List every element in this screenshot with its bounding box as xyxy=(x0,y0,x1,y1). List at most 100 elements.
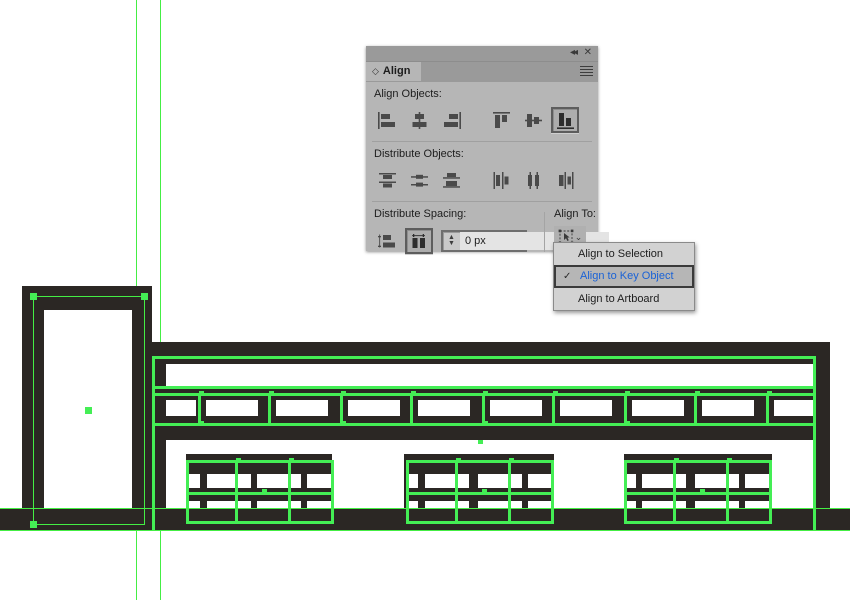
anchor-point[interactable] xyxy=(483,391,488,396)
anchor-point[interactable] xyxy=(553,391,558,396)
align-vcenter-icon xyxy=(524,113,542,127)
stepper-icon[interactable]: ▲ ▼ xyxy=(443,232,460,250)
horizontal-align-right-button[interactable] xyxy=(437,107,465,133)
grid-divider xyxy=(673,460,676,524)
anchor-point[interactable] xyxy=(456,458,461,463)
horizontal-align-left-button[interactable] xyxy=(373,107,401,133)
distribute-top-icon xyxy=(378,172,396,187)
panel-menu-icon[interactable] xyxy=(580,66,593,77)
grid-divider xyxy=(455,460,458,524)
vspace-icon xyxy=(377,234,395,247)
vertical-align-top-button[interactable] xyxy=(487,107,515,133)
anchor-point[interactable] xyxy=(30,293,37,300)
horizontal-distribute-space-button[interactable] xyxy=(405,228,433,254)
vertical-distribute-top-button[interactable] xyxy=(373,167,401,193)
spacing-value-field[interactable]: ▲ ▼ xyxy=(441,230,609,252)
anchor-point[interactable] xyxy=(483,421,488,426)
chevron-down-icon[interactable]: ⌄ xyxy=(575,232,583,242)
strip-divider xyxy=(694,393,697,426)
anchor-point[interactable] xyxy=(141,293,148,300)
tower-opening xyxy=(44,310,132,518)
center-point-marker xyxy=(262,489,267,494)
menu-item-align-to-selection[interactable]: Align to Selection xyxy=(554,243,694,265)
align-panel[interactable]: ◂◂ ✕ ◇ Align Align Objects: Distribute O… xyxy=(366,46,609,254)
menu-item-label: Align to Selection xyxy=(578,248,663,260)
anchor-point[interactable] xyxy=(625,391,630,396)
align-to-dropdown-menu[interactable]: Align to Selection ✓ Align to Key Object… xyxy=(553,242,695,311)
vertical-distribute-space-button[interactable] xyxy=(373,228,401,254)
anchor-point[interactable] xyxy=(199,421,204,426)
grid-selection-edge xyxy=(331,460,334,524)
grid-divider xyxy=(726,460,729,524)
anchor-point[interactable] xyxy=(727,458,732,463)
collapse-icon[interactable]: ◂◂ xyxy=(570,47,578,59)
anchor-point[interactable] xyxy=(767,391,772,396)
plinth-top-path xyxy=(0,508,850,509)
vertical-divider xyxy=(544,212,545,252)
strip-window xyxy=(490,400,542,416)
anchor-point[interactable] xyxy=(411,391,416,396)
align-objects-label: Align Objects: xyxy=(374,88,442,100)
align-to-label: Align To: xyxy=(554,208,596,220)
grid-selection-bottom xyxy=(186,521,334,524)
distribute-spacing-label: Distribute Spacing: xyxy=(374,208,467,220)
anchor-point[interactable] xyxy=(289,458,294,463)
anchor-point[interactable] xyxy=(30,521,37,528)
distribute-spacing-controls: ▲ ▼ xyxy=(373,226,609,256)
anchor-point[interactable] xyxy=(341,421,346,426)
selection-edge-top xyxy=(152,356,816,359)
upper-band-opening xyxy=(166,364,814,386)
strip-window xyxy=(206,400,258,416)
center-point-marker xyxy=(700,489,705,494)
menu-item-align-to-key-object[interactable]: ✓ Align to Key Object xyxy=(554,265,694,288)
grid-selection-mid xyxy=(624,492,772,495)
horizontal-align-center-button[interactable] xyxy=(405,107,433,133)
anchor-point[interactable] xyxy=(236,458,241,463)
grid-selection-edge xyxy=(551,460,554,524)
panel-title-bar[interactable]: ◂◂ ✕ xyxy=(366,46,598,62)
grid-selection-top xyxy=(186,460,334,463)
align-left-icon xyxy=(377,111,395,129)
strip-window xyxy=(560,400,612,416)
base-plinth xyxy=(0,508,850,530)
vertical-align-center-button[interactable] xyxy=(519,107,547,133)
grid-selection-bottom xyxy=(624,521,772,524)
vertical-align-bottom-button[interactable] xyxy=(551,107,579,133)
grid-selection-edge xyxy=(769,460,772,524)
vertical-distribute-center-button[interactable] xyxy=(405,167,433,193)
grid-window xyxy=(307,474,333,488)
vertical-distribute-bottom-button[interactable] xyxy=(437,167,465,193)
grid-selection-top xyxy=(406,460,554,463)
grid-window xyxy=(207,474,251,488)
anchor-point[interactable] xyxy=(674,458,679,463)
distribute-bottom-icon xyxy=(442,172,460,188)
strip-window xyxy=(166,400,196,416)
anchor-point[interactable] xyxy=(625,421,630,426)
strip-window xyxy=(632,400,684,416)
strip-divider xyxy=(410,393,413,426)
anchor-point[interactable] xyxy=(695,391,700,396)
selection-edge-left xyxy=(152,356,155,530)
horizontal-distribute-center-button[interactable] xyxy=(519,167,547,193)
horizontal-distribute-left-button[interactable] xyxy=(487,167,515,193)
anchor-point[interactable] xyxy=(509,458,514,463)
grid-window xyxy=(642,474,686,488)
anchor-point[interactable] xyxy=(269,391,274,396)
anchor-point[interactable] xyxy=(199,391,204,396)
tab-align[interactable]: ◇ Align xyxy=(366,62,422,81)
center-point-marker xyxy=(478,440,483,444)
anchor-point[interactable] xyxy=(341,391,346,396)
grid-window xyxy=(478,474,522,488)
panel-tab-row[interactable]: ◇ Align xyxy=(366,62,598,82)
close-icon[interactable]: ✕ xyxy=(584,47,592,59)
grid-divider xyxy=(235,460,238,524)
panel-title: Align xyxy=(382,65,411,77)
grid-selection-top xyxy=(624,460,772,463)
menu-item-label: Align to Key Object xyxy=(580,270,674,282)
distribute-objects-label: Distribute Objects: xyxy=(374,148,464,160)
horizontal-distribute-right-button[interactable] xyxy=(551,167,579,193)
lower-recess-mid1 xyxy=(332,454,404,514)
chevron-toggle-icon[interactable]: ◇ xyxy=(372,62,379,81)
menu-item-align-to-artboard[interactable]: Align to Artboard xyxy=(554,288,694,310)
align-objects-buttons xyxy=(373,106,598,134)
